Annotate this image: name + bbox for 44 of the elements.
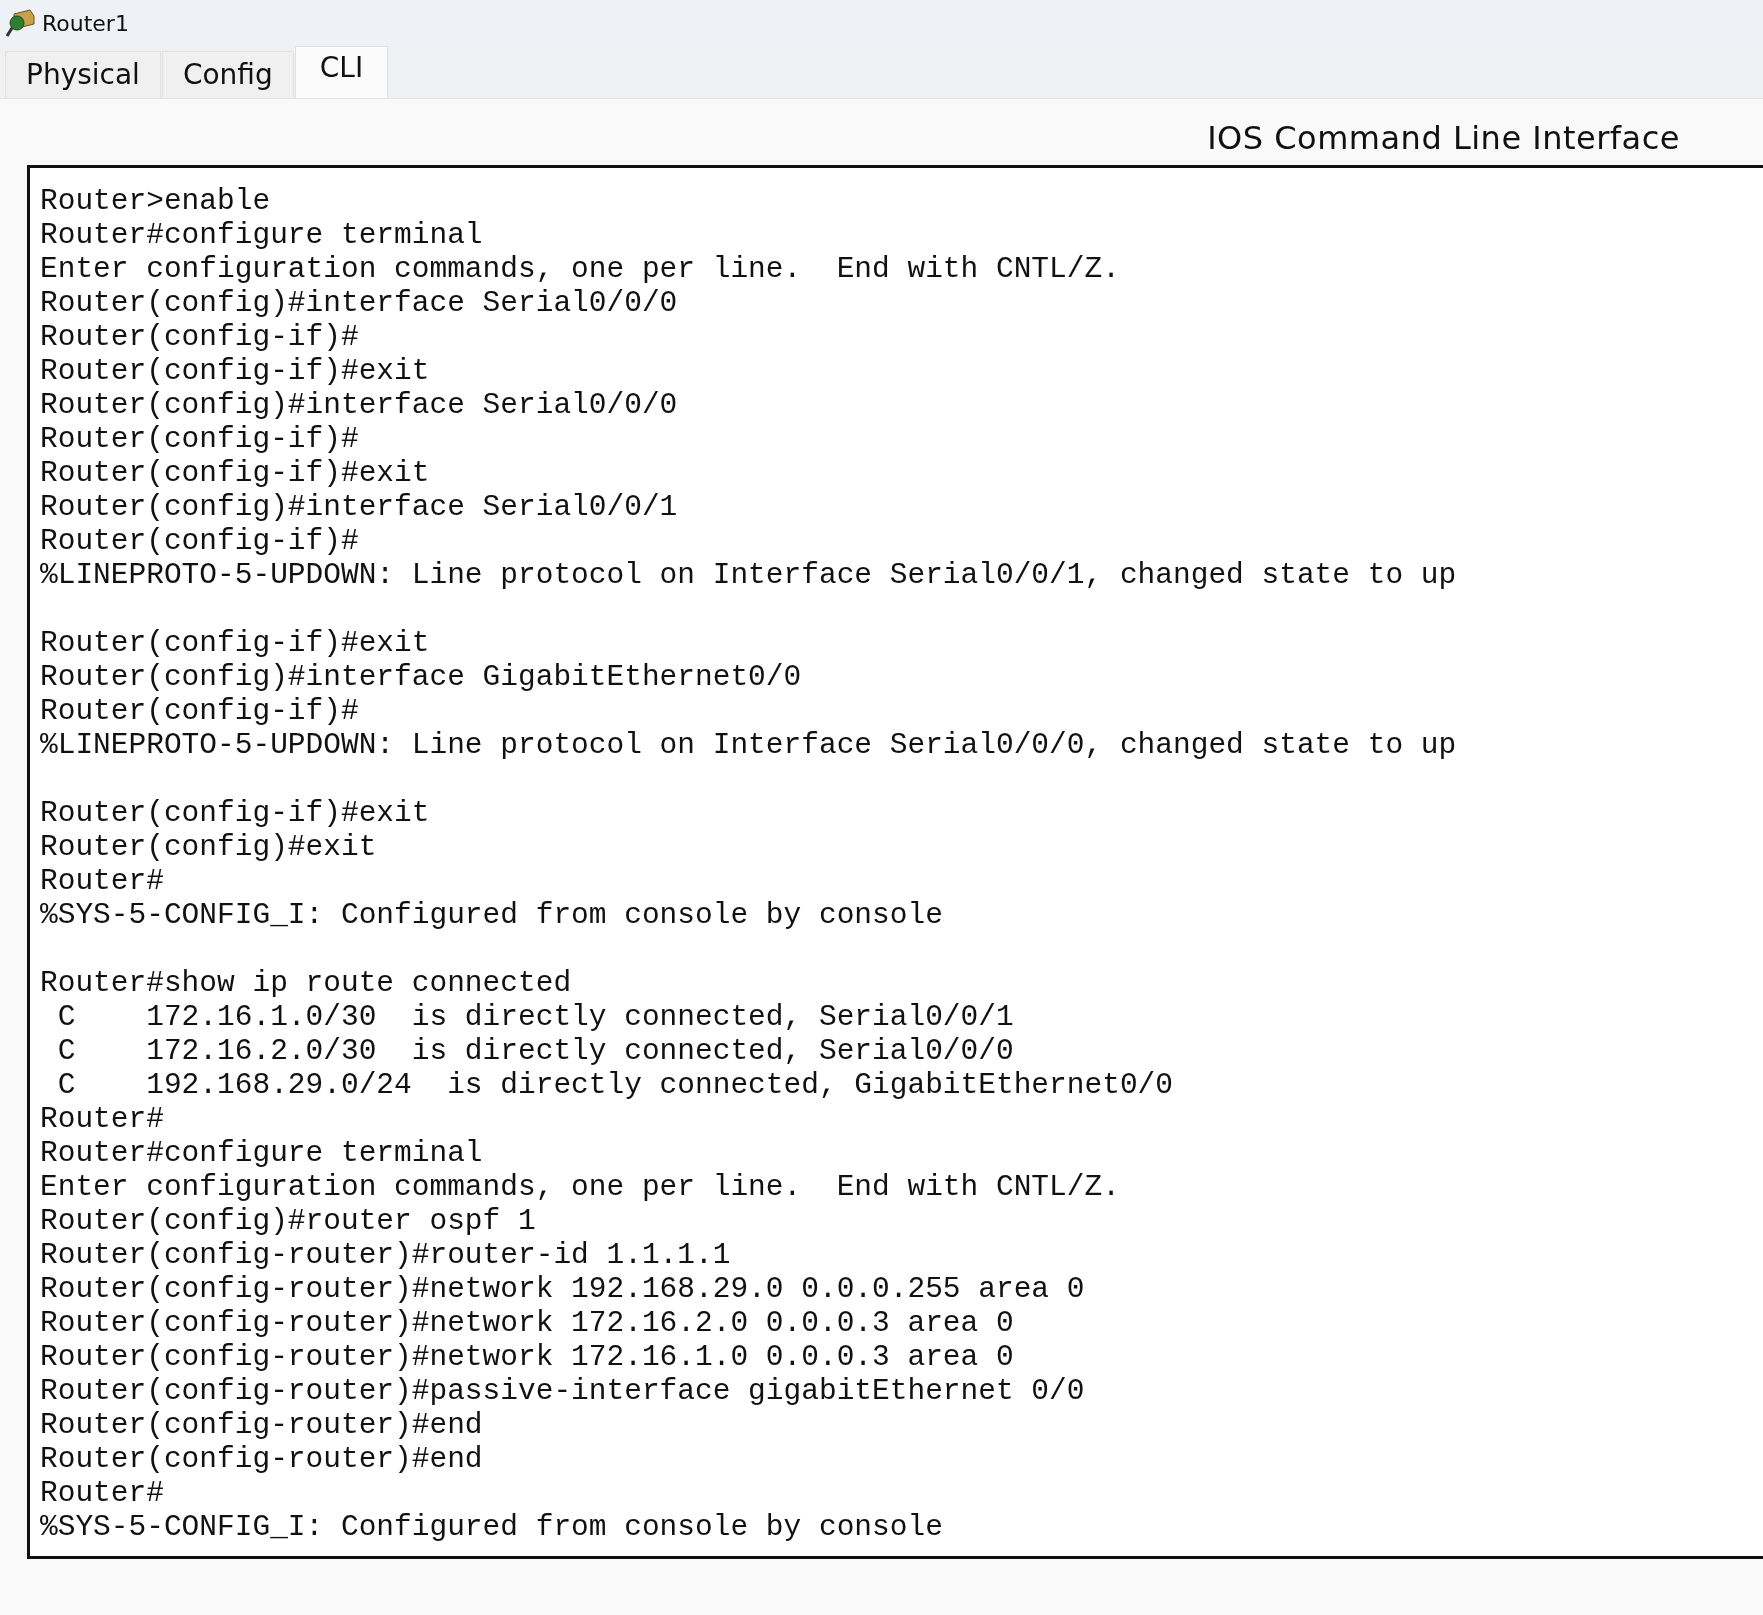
console-line: C 172.16.1.0/30 is directly connected, Serial0/0/1 (56, 1000, 1015, 1034)
console-line: Router(config-router)#end (40, 1442, 484, 1476)
window-title: Router1 (42, 10, 129, 36)
console-line: Router(config-if)# (40, 320, 360, 354)
panel-heading: IOS Command Line Interface (1206, 118, 1681, 159)
console-line: C 192.168.29.0/24 is directly connected, GigabitEthernet0/0 (56, 1068, 1174, 1102)
console-line: Router(config)#interface Serial0/0/0 (40, 286, 679, 320)
console-line: Router(config-if)#exit (40, 796, 431, 830)
console-line: Enter configuration commands, one per line. End with CNTL/Z. (40, 252, 1121, 286)
console-line: Router(config-if)# (40, 422, 360, 456)
console-line: Router(config)#interface Serial0/0/0 (40, 388, 679, 422)
console-line: Router(config-router)#network 172.16.1.0 0.0.0.3 area 0 (40, 1340, 1015, 1374)
console-line: Router# (40, 1476, 165, 1510)
tab[interactable]: CLI (294, 46, 389, 98)
console-line: Router(config-router)#end (40, 1408, 484, 1442)
console-line: Router(config-if)# (40, 694, 360, 728)
console-line: Router#show ip route connected (40, 966, 573, 1000)
console-line: Router# (40, 1102, 165, 1136)
console-line: Router(config-router)#network 172.16.2.0 0.0.0.3 area 0 (40, 1306, 1015, 1340)
console-line: Router(config-if)#exit (40, 626, 431, 660)
console-line: Enter configuration commands, one per line. End with CNTL/Z. (40, 1170, 1121, 1204)
console-line: %SYS-5-CONFIG_I: Configured from console by console (40, 898, 944, 932)
console-line: %LINEPROTO-5-UPDOWN: Line protocol on Interface Serial0/0/1, changed state to up (40, 558, 1458, 592)
console-line: Router(config)#interface Serial0/0/1 (40, 490, 679, 524)
console-line: Router#configure terminal (40, 1136, 484, 1170)
tab[interactable]: Physical (5, 51, 161, 98)
console-line: Router(config-router)#router-id 1.1.1.1 (40, 1238, 732, 1272)
console-line: Router(config-router)#network 192.168.29.0 0.0.0.255 area 0 (40, 1272, 1086, 1306)
console-line: %SYS-5-CONFIG_I: Configured from console by console (40, 1510, 944, 1544)
console-line: Router(config)#router ospf 1 (40, 1204, 537, 1238)
console-line: Router# (40, 864, 165, 898)
console-line: Router(config)#exit (40, 830, 378, 864)
console-line: Router#configure terminal (40, 218, 484, 252)
terminal-console[interactable] (27, 165, 1763, 1559)
console-line: %LINEPROTO-5-UPDOWN: Line protocol on Interface Serial0/0/0, changed state to up (40, 728, 1458, 762)
console-line: Router(config-router)#passive-interface gigabitEthernet 0/0 (40, 1374, 1086, 1408)
tab[interactable]: Config (161, 51, 294, 98)
console-line: Router(config-if)# (40, 524, 360, 558)
console-line: C 172.16.2.0/30 is directly connected, Serial0/0/0 (56, 1034, 1015, 1068)
console-line: Router>enable (40, 184, 272, 218)
router-magnifier-icon (6, 8, 36, 38)
console-line: Router(config-if)#exit (40, 354, 431, 388)
console-line: Router(config-if)#exit (40, 456, 431, 490)
console-line: Router(config)#interface GigabitEthernet0/0 (40, 660, 803, 694)
